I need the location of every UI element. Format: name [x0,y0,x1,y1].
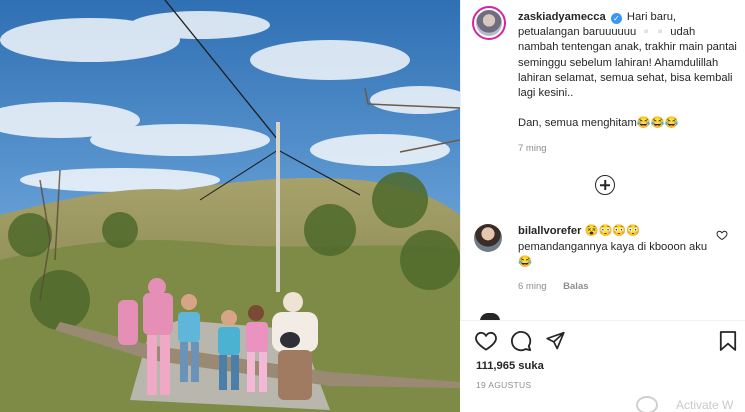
reply-button[interactable]: Balas [563,281,588,292]
caption-text: Hari baru, petualangan baruuuuuu ▫️▫️ ud… [518,11,737,130]
like-count[interactable]: 111,965 suka [476,360,544,372]
comment-emojis: 😵😳😳😳 [584,225,641,237]
avatar-image [476,10,502,36]
comment-meta: 6 ming Balas [518,281,603,292]
post-caption: zaskiadyamecca ✓ Hari baru, petualangan … [518,10,738,132]
comment-time: 6 ming [518,281,547,292]
author-avatar[interactable] [472,6,506,40]
beach-hill-family-photo [0,0,460,412]
commenter-avatar[interactable] [474,224,502,252]
post-time[interactable]: 7 ming [518,143,547,154]
comment-text: pemandangannya kaya di kbooon aku😂 [518,240,708,269]
author-username[interactable]: zaskiadyamecca [518,11,606,23]
post-photo[interactable] [0,0,460,412]
heart-icon[interactable] [475,331,497,351]
plus-circle-icon[interactable] [595,175,615,195]
windows-logo-icon [636,396,658,412]
instagram-post: zaskiadyamecca ✓ Hari baru, petualangan … [0,0,745,412]
activate-windows-watermark: Activate W [676,398,734,412]
send-icon[interactable] [545,331,566,351]
bookmark-icon[interactable] [719,330,737,352]
post-date[interactable]: 19 AGUSTUS [476,380,531,390]
comment-like-heart-icon[interactable] [716,229,728,241]
verified-badge-icon: ✓ [610,13,622,24]
comment-icon[interactable] [510,330,532,352]
comment: bilallvorefer 😵😳😳😳 pemandangannya kaya d… [518,224,708,271]
commenter-username[interactable]: bilallvorefer [518,225,581,237]
